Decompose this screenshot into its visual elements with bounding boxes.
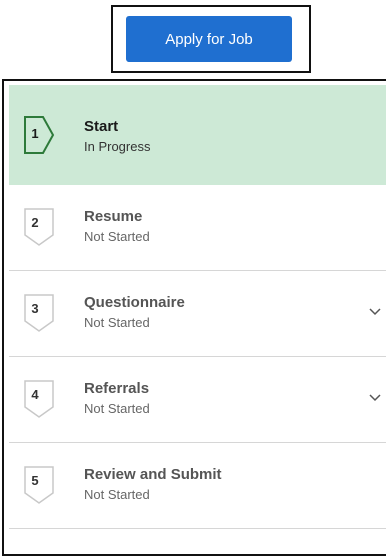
step-title: Resume <box>84 208 143 225</box>
step-title: Start <box>84 118 119 135</box>
step-referrals[interactable]: 4 Referrals Not Started <box>9 357 386 443</box>
apply-for-job-button[interactable]: Apply for Job <box>126 16 292 62</box>
step-number: 1 <box>31 126 39 141</box>
step-title: Review and Submit <box>84 466 222 483</box>
step-status: Not Started <box>84 487 150 502</box>
step-title: Questionnaire <box>84 294 185 311</box>
step-status: In Progress <box>84 139 151 154</box>
step-title: Referrals <box>84 380 150 397</box>
step-review-and-submit[interactable]: 5 Review and Submit Not Started <box>9 443 386 529</box>
step-start[interactable]: 1 Start In Progress <box>9 85 386 185</box>
chevron-down-icon[interactable] <box>368 393 382 403</box>
step-number: 4 <box>31 387 39 402</box>
step-resume[interactable]: 2 Resume Not Started <box>9 185 386 271</box>
list-bottom-spacer <box>9 537 386 554</box>
step-status: Not Started <box>84 401 150 416</box>
step-number: 2 <box>31 215 39 230</box>
step-number: 5 <box>31 473 39 488</box>
step-questionnaire[interactable]: 3 Questionnaire Not Started <box>9 271 386 357</box>
apply-button-frame: Apply for Job <box>111 5 311 73</box>
application-steps-list: 1 Start In Progress 2 Resume Not Started… <box>2 79 386 556</box>
step-status: Not Started <box>84 229 150 244</box>
step-status: Not Started <box>84 315 150 330</box>
chevron-down-icon[interactable] <box>368 307 382 317</box>
step-number: 3 <box>31 301 39 316</box>
